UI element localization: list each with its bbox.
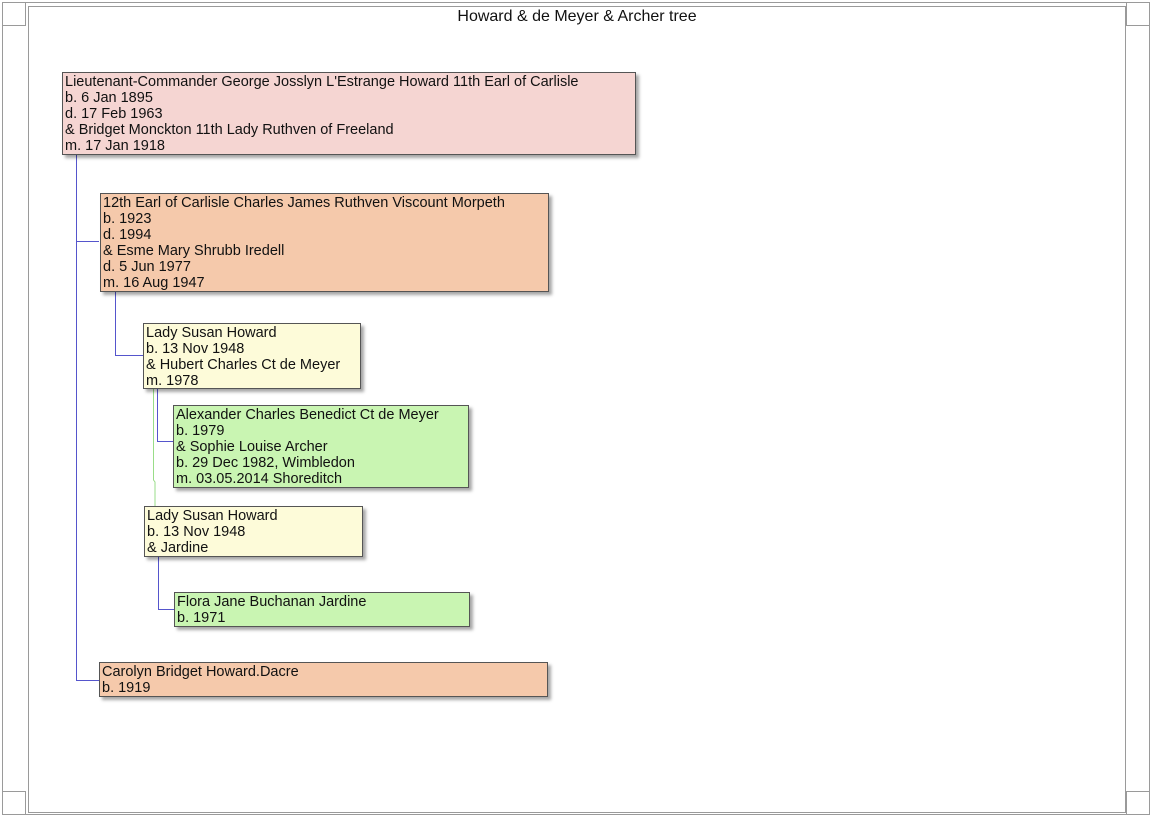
birth-date: b. 1923: [103, 211, 152, 227]
person-name: Lieutenant-Commander George Josslyn L'Es…: [65, 74, 579, 90]
spouse-name: & Sophie Louise Archer: [176, 439, 328, 455]
person-box-susan-howard-de-meyer[interactable]: Lady Susan Howard b. 13 Nov 1948 & Huber…: [143, 323, 361, 389]
link-charles-susan: [115, 292, 143, 356]
spouse-name: & Bridget Monckton 11th Lady Ruthven of …: [65, 122, 394, 138]
person-box-flora-jardine[interactable]: Flora Jane Buchanan Jardine b. 1971: [174, 592, 470, 627]
link-susan2-flora: [158, 557, 174, 610]
birth-date: b. 1971: [177, 610, 226, 626]
person-box-susan-howard-jardine[interactable]: Lady Susan Howard b. 13 Nov 1948 & Jardi…: [144, 506, 363, 557]
spouse-name: & Jardine: [147, 540, 209, 556]
birth-date: b. 13 Nov 1948: [146, 341, 245, 357]
birth-date: b. 13 Nov 1948: [147, 524, 246, 540]
person-name: Lady Susan Howard: [146, 325, 277, 341]
person-name: 12th Earl of Carlisle Charles James Ruth…: [103, 195, 505, 211]
spouse-name: & Hubert Charles Ct de Meyer: [146, 357, 341, 373]
person-name: Carolyn Bridget Howard.Dacre: [102, 664, 299, 680]
link-susan-jardine-family: [153, 389, 156, 506]
death-date: d. 1994: [103, 227, 152, 243]
link-susan-alexander: [157, 389, 173, 442]
spouse-death-date: d. 5 Jun 1977: [103, 259, 191, 275]
marriage-date: m. 03.05.2014 Shoreditch: [176, 471, 343, 487]
spouse-name: & Esme Mary Shrubb Iredell: [103, 243, 285, 259]
birth-date: b. 1919: [102, 680, 151, 696]
birth-date: b. 6 Jan 1895: [65, 90, 153, 106]
person-box-charles-morpeth[interactable]: 12th Earl of Carlisle Charles James Ruth…: [100, 193, 549, 292]
marriage-date: m. 1978: [146, 373, 199, 389]
person-name: Flora Jane Buchanan Jardine: [177, 594, 367, 610]
link-george-descendants: [76, 155, 99, 681]
birth-date: b. 1979: [176, 423, 225, 439]
person-box-george-howard[interactable]: Lieutenant-Commander George Josslyn L'Es…: [62, 72, 636, 155]
person-box-alexander-de-meyer[interactable]: Alexander Charles Benedict Ct de Meyer b…: [173, 405, 469, 488]
death-date: d. 17 Feb 1963: [65, 106, 163, 122]
person-box-carolyn-dacre[interactable]: Carolyn Bridget Howard.Dacre b. 1919: [99, 662, 548, 697]
spouse-birth: b. 29 Dec 1982, Wimbledon: [176, 455, 355, 471]
person-name: Lady Susan Howard: [147, 508, 278, 524]
person-name: Alexander Charles Benedict Ct de Meyer: [176, 407, 439, 423]
marriage-date: m. 16 Aug 1947: [103, 275, 205, 291]
marriage-date: m. 17 Jan 1918: [65, 138, 165, 154]
